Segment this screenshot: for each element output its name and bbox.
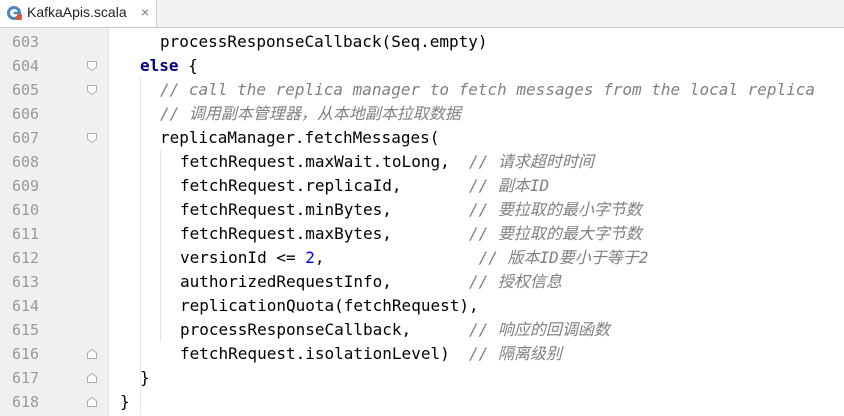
- code-line[interactable]: 613 authorizedRequestInfo, // 授权信息: [0, 270, 844, 294]
- line-number: 603: [12, 33, 40, 51]
- code-token: }: [140, 368, 150, 387]
- line-number: 615: [12, 321, 40, 339]
- code-text: fetchRequest.maxBytes, // 要拉取的最大字节数: [180, 222, 642, 246]
- code-token: authorizedRequestInfo,: [180, 272, 469, 291]
- line-number: 618: [12, 393, 40, 411]
- code-text: fetchRequest.maxWait.toLong, // 请求超时时间: [180, 150, 594, 174]
- editor-tab-bar: KafkaApis.scala ×: [0, 0, 844, 28]
- code-token: replicationQuota(fetchRequest),: [180, 296, 479, 315]
- scala-file-icon: [7, 6, 22, 20]
- code-text: replicationQuota(fetchRequest),: [180, 294, 479, 318]
- code-token: processResponseCallback(Seq.empty): [160, 32, 488, 51]
- code-line[interactable]: 603 processResponseCallback(Seq.empty): [0, 30, 844, 54]
- code-text: authorizedRequestInfo, // 授权信息: [180, 270, 562, 294]
- comment-token: // 响应的回调函数: [468, 320, 610, 339]
- code-line[interactable]: 616 fetchRequest.isolationLevel) // 隔离级别: [0, 342, 844, 366]
- comment-token: // 授权信息: [468, 272, 562, 291]
- line-number: 611: [12, 225, 40, 243]
- code-line[interactable]: 611 fetchRequest.maxBytes, // 要拉取的最大字节数: [0, 222, 844, 246]
- code-token: }: [120, 392, 130, 411]
- code-text: // call the replica manager to fetch mes…: [160, 78, 815, 102]
- code-line[interactable]: 615 processResponseCallback, // 响应的回调函数: [0, 318, 844, 342]
- code-line[interactable]: 606 // 调用副本管理器，从本地副本拉取数据: [0, 102, 844, 126]
- code-line[interactable]: 614 replicationQuota(fetchRequest),: [0, 294, 844, 318]
- code-text: }: [120, 390, 130, 414]
- line-number: 616: [12, 345, 40, 363]
- code-token: versionId <=: [180, 248, 306, 267]
- code-line[interactable]: 617}: [0, 366, 844, 390]
- line-number: 608: [12, 153, 40, 171]
- code-token: {: [178, 56, 198, 75]
- code-line[interactable]: 618}: [0, 390, 844, 414]
- code-text: processResponseCallback, // 响应的回调函数: [180, 318, 610, 342]
- comment-token: // 请求超时时间: [468, 152, 594, 171]
- code-line[interactable]: 605 // call the replica manager to fetch …: [0, 78, 844, 102]
- code-token: processResponseCallback,: [180, 320, 469, 339]
- tab-kafkaapis-scala[interactable]: KafkaApis.scala ×: [0, 0, 157, 27]
- line-number: 610: [12, 201, 40, 219]
- code-line[interactable]: 607 replicaManager.fetchMessages(: [0, 126, 844, 150]
- code-token: replicaManager.fetchMessages(: [160, 128, 440, 147]
- fold-open-icon[interactable]: [86, 132, 98, 144]
- code-line[interactable]: 608 fetchRequest.maxWait.toLong, // 请求超时时…: [0, 150, 844, 174]
- tab-label: KafkaApis.scala: [27, 4, 127, 20]
- code-token: fetchRequest.isolationLevel): [180, 344, 469, 363]
- comment-token: // 要拉取的最大字节数: [468, 224, 642, 243]
- code-line[interactable]: 612 versionId <= 2, // 版本ID要小于等于2: [0, 246, 844, 270]
- keyword-token: else: [140, 56, 179, 75]
- fold-close-icon[interactable]: [86, 396, 98, 408]
- fold-close-icon[interactable]: [86, 372, 98, 384]
- code-line[interactable]: 610 fetchRequest.minBytes, // 要拉取的最小字节数: [0, 198, 844, 222]
- code-text: versionId <= 2, // 版本ID要小于等于2: [180, 246, 648, 270]
- code-token: fetchRequest.maxWait.toLong,: [180, 152, 469, 171]
- close-tab-icon[interactable]: ×: [141, 4, 149, 20]
- line-number: 609: [12, 177, 40, 195]
- code-line[interactable]: 604 else {: [0, 54, 844, 78]
- code-token: fetchRequest.minBytes,: [180, 200, 469, 219]
- comment-token: // 要拉取的最小字节数: [468, 200, 642, 219]
- line-number: 607: [12, 129, 40, 147]
- number-token: 2: [305, 248, 315, 267]
- code-text: }: [140, 366, 150, 390]
- fold-open-icon[interactable]: [86, 84, 98, 96]
- comment-token: // 隔离级别: [468, 344, 562, 363]
- line-number: 606: [12, 105, 40, 123]
- code-token: fetchRequest.replicaId,: [180, 176, 469, 195]
- line-number: 604: [12, 57, 40, 75]
- code-text: fetchRequest.replicaId, // 副本ID: [180, 174, 549, 198]
- line-number: 612: [12, 249, 40, 267]
- line-number: 613: [12, 273, 40, 291]
- line-number: 605: [12, 81, 40, 99]
- code-text: fetchRequest.isolationLevel) // 隔离级别: [180, 342, 562, 366]
- code-token: fetchRequest.maxBytes,: [180, 224, 469, 243]
- code-token: ,: [314, 248, 479, 267]
- comment-token: // 版本ID要小于等于2: [478, 248, 649, 267]
- code-text: replicaManager.fetchMessages(: [160, 126, 439, 150]
- fold-close-icon[interactable]: [86, 348, 98, 360]
- code-text: else {: [140, 54, 198, 78]
- fold-open-icon[interactable]: [86, 60, 98, 72]
- comment-token: // 调用副本管理器，从本地副本拉取数据: [160, 104, 461, 123]
- line-number: 617: [12, 369, 40, 387]
- comment-token: // 副本ID: [468, 176, 550, 195]
- code-text: fetchRequest.minBytes, // 要拉取的最小字节数: [180, 198, 642, 222]
- code-line[interactable]: 609 fetchRequest.replicaId, // 副本ID: [0, 174, 844, 198]
- code-text: processResponseCallback(Seq.empty): [160, 30, 488, 54]
- code-text: // 调用副本管理器，从本地副本拉取数据: [160, 102, 461, 126]
- line-number: 614: [12, 297, 40, 315]
- comment-token: // call the replica manager to fetch mes…: [160, 80, 816, 99]
